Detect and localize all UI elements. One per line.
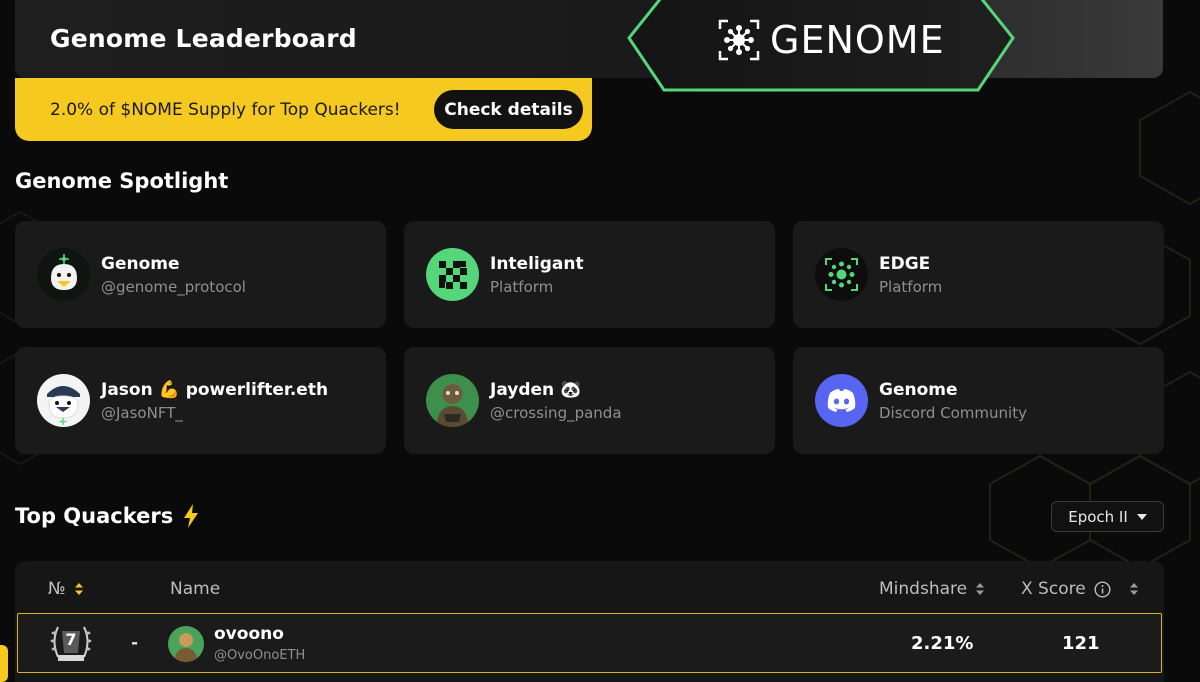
- caret-down-icon: [1136, 513, 1147, 520]
- column-mindshare[interactable]: Mindshare: [879, 579, 985, 599]
- sort-icon: [74, 583, 83, 595]
- genome-logo: GENOME: [626, 0, 1016, 94]
- card-handle: @genome_protocol: [101, 278, 246, 296]
- spotlight-card-inteligant[interactable]: Inteligant Platform: [404, 221, 775, 328]
- epoch-dropdown[interactable]: Epoch II: [1051, 501, 1164, 532]
- side-tab[interactable]: [0, 645, 8, 682]
- card-name: Jayden 🐼: [490, 380, 582, 400]
- card-name: EDGE: [879, 254, 931, 274]
- row-mindshare: 2.21%: [911, 633, 974, 654]
- epoch-selected: Epoch II: [1068, 507, 1128, 526]
- spotlight-card-edge[interactable]: EDGE Platform: [793, 221, 1164, 328]
- avatar: [168, 626, 204, 662]
- spotlight-card-genome[interactable]: Genome @genome_protocol: [15, 221, 386, 328]
- lightning-icon: [184, 504, 199, 528]
- card-name: Genome: [101, 254, 180, 274]
- card-subtitle: Discord Community: [879, 404, 1027, 422]
- discord-icon: [815, 374, 868, 427]
- genome-logo-icon: [815, 248, 868, 301]
- check-details-button[interactable]: Check details: [434, 90, 583, 129]
- duck-icon: [37, 248, 90, 301]
- card-handle: @JasoNFT_: [101, 404, 183, 422]
- table-row[interactable]: 7 - ovoono @OvoOnoETH 2.21% 121: [17, 613, 1162, 673]
- card-name: Inteligant: [490, 254, 584, 274]
- leaderboard-table: № Name Mindshare X Score 7 - ovoono @Ovo…: [15, 561, 1164, 682]
- leaderboard-heading: Top Quackers: [15, 504, 199, 528]
- card-name: Jason 💪 powerlifter.eth: [101, 380, 329, 400]
- column-name-label: Name: [170, 579, 221, 599]
- sort-icon: [976, 583, 985, 595]
- sort-icon: [1129, 583, 1138, 595]
- banner-text: 2.0% of $NOME Supply for Top Quackers!: [50, 100, 401, 120]
- spotlight-title: Genome Spotlight: [15, 169, 229, 193]
- character-avatar: [426, 374, 479, 427]
- rank-number: 7: [65, 630, 77, 649]
- row-username: ovoono: [214, 624, 284, 644]
- card-handle: @crossing_panda: [490, 404, 622, 422]
- column-rank-label: №: [48, 579, 66, 599]
- column-xscore[interactable]: X Score: [1021, 579, 1139, 599]
- column-name: Name: [170, 579, 220, 599]
- checker-icon: [426, 248, 479, 301]
- row-handle: @OvoOnoETH: [214, 648, 306, 663]
- spotlight-card-jason[interactable]: Jason 💪 powerlifter.eth @JasoNFT_: [15, 347, 386, 454]
- card-subtitle: Platform: [490, 278, 554, 296]
- spotlight-card-discord[interactable]: Genome Discord Community: [793, 347, 1164, 454]
- column-xscore-label: X Score: [1021, 579, 1086, 599]
- duck-cap-icon: [37, 374, 90, 427]
- logo-text: GENOME: [770, 18, 945, 62]
- promo-banner: 2.0% of $NOME Supply for Top Quackers! C…: [15, 78, 592, 141]
- rank-change: -: [131, 633, 139, 653]
- row-xscore: 121: [1062, 633, 1100, 654]
- genome-logo-icon: [718, 19, 760, 61]
- leaderboard-title: Top Quackers: [15, 504, 174, 528]
- card-name: Genome: [879, 380, 958, 400]
- page-title: Genome Leaderboard: [50, 24, 357, 53]
- column-mindshare-label: Mindshare: [879, 579, 968, 599]
- rank-laurel-badge: 7: [48, 621, 94, 665]
- info-icon[interactable]: [1094, 580, 1111, 598]
- column-rank[interactable]: №: [48, 579, 84, 599]
- card-subtitle: Platform: [879, 278, 943, 296]
- spotlight-card-jayden[interactable]: Jayden 🐼 @crossing_panda: [404, 347, 775, 454]
